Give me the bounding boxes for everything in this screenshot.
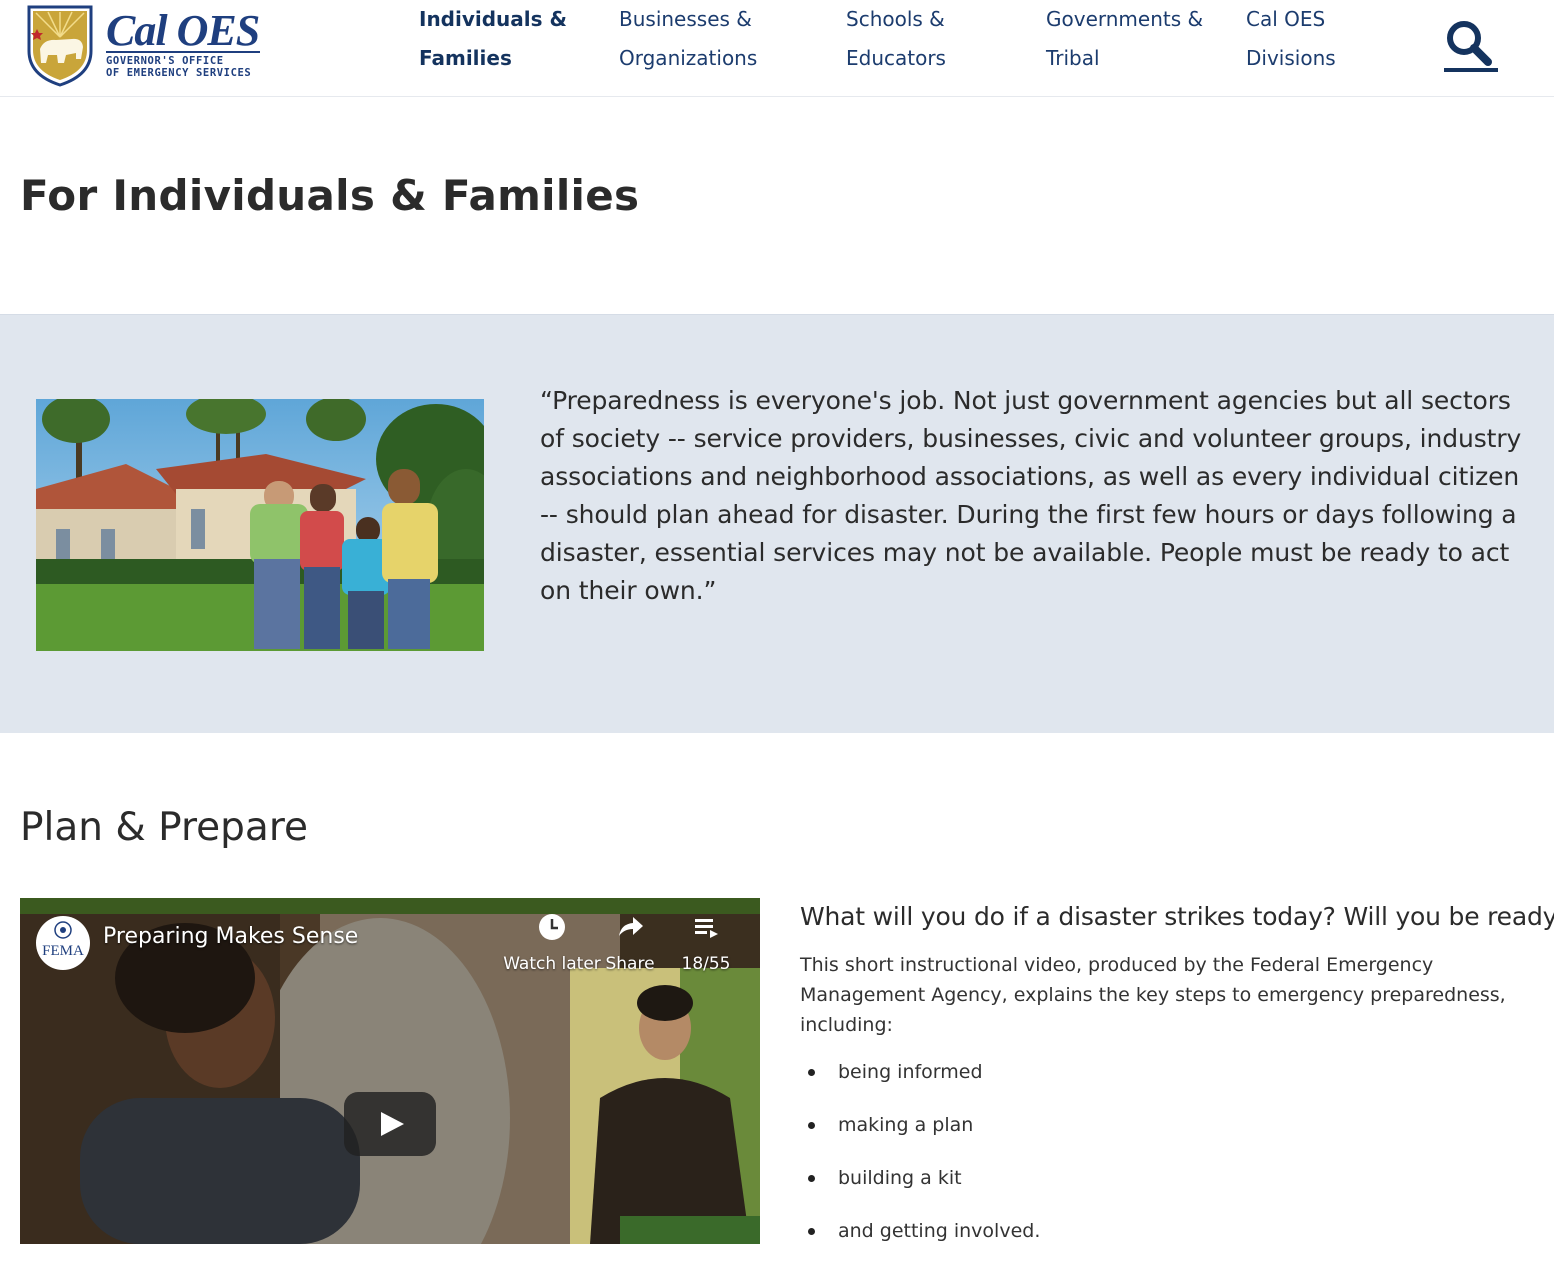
video-description: This short instructional video, produced… [800,954,1506,1036]
preparedness-steps-list: being informed making a plan building a … [800,1058,1040,1270]
preparedness-quote: “Preparedness is everyone's job. Not jus… [540,386,1522,605]
step-label: making a plan [838,1114,974,1136]
nav-schools-educators[interactable]: Schools & Educators [846,0,946,78]
plan-prepare-title: Plan & Prepare [20,805,309,850]
play-icon [381,1112,404,1136]
nav-label-line2: Tribal [1046,46,1100,70]
nav-label-line2: Families [419,46,512,70]
cal-oes-logo[interactable]: Cal OES GOVERNOR'S OFFICE OF EMERGENCY S… [26,3,266,87]
logo-shield-icon [27,5,93,87]
bullet-icon [808,1122,815,1129]
nav-businesses-organizations[interactable]: Businesses & Organizations [619,0,757,78]
playlist-icon [695,919,718,938]
nav-label-line1: Schools & [846,7,945,31]
list-item: building a kit [800,1164,1040,1217]
nav-governments-tribal[interactable]: Governments & Tribal [1046,0,1203,78]
share-label: Share [605,954,655,974]
nav-label-line2: Divisions [1246,46,1336,70]
fema-badge-text: FEMA [42,943,84,959]
video-title[interactable]: Preparing Makes Sense [103,924,358,949]
step-label: being informed [838,1061,983,1083]
watch-later-label: Watch later [503,954,601,974]
step-label: and getting involved. [838,1220,1041,1242]
bullet-icon [808,1069,815,1076]
page-title: For Individuals & Families [20,171,640,220]
bullet-icon [808,1175,815,1182]
logo-wordmark: Cal OES [106,6,260,55]
play-button[interactable] [344,1092,436,1156]
share-arrow-icon [619,917,643,936]
nav-label-line1: Businesses & [619,7,752,31]
video-player[interactable]: FEMA Preparing Makes Sense Watch later S… [20,898,760,1244]
bullet-icon [808,1228,815,1235]
watch-later-button[interactable]: Watch later [503,912,601,974]
logo-divider [106,51,260,53]
site-header: Cal OES GOVERNOR'S OFFICE OF EMERGENCY S… [0,0,1554,97]
disaster-question-heading: What will you do if a disaster strikes t… [800,902,1554,931]
nav-cal-oes-divisions[interactable]: Cal OES Divisions [1246,0,1336,78]
list-item: being informed [800,1058,1040,1111]
playlist-button[interactable]: 18/55 [680,912,732,974]
playlist-position: 18/55 [681,954,731,974]
nav-label-line2: Organizations [619,46,758,70]
list-item: making a plan [800,1111,1040,1164]
nav-label-line1: Governments & [1046,7,1204,31]
family-photo [36,399,484,651]
logo-subtitle: GOVERNOR'S OFFICE OF EMERGENCY SERVICES [106,55,251,79]
nav-individuals-families[interactable]: Individuals & Families [419,0,567,78]
logo-subtitle-line1: GOVERNOR'S OFFICE [106,55,224,67]
logo-subtitle-line2: OF EMERGENCY SERVICES [106,67,252,79]
quote-section: “Preparedness is everyone's job. Not jus… [0,314,1554,733]
nav-label-line1: Cal OES [1246,7,1326,31]
fema-channel-badge[interactable]: FEMA [36,916,90,970]
search-icon [1444,21,1498,72]
search-button[interactable] [1440,16,1500,74]
video-thumbnail [20,898,760,1244]
clock-icon [539,914,565,940]
nav-label-line2: Educators [846,46,946,70]
share-button[interactable]: Share [605,912,655,974]
nav-label-line1: Individuals & [419,7,567,31]
step-label: building a kit [838,1167,962,1189]
